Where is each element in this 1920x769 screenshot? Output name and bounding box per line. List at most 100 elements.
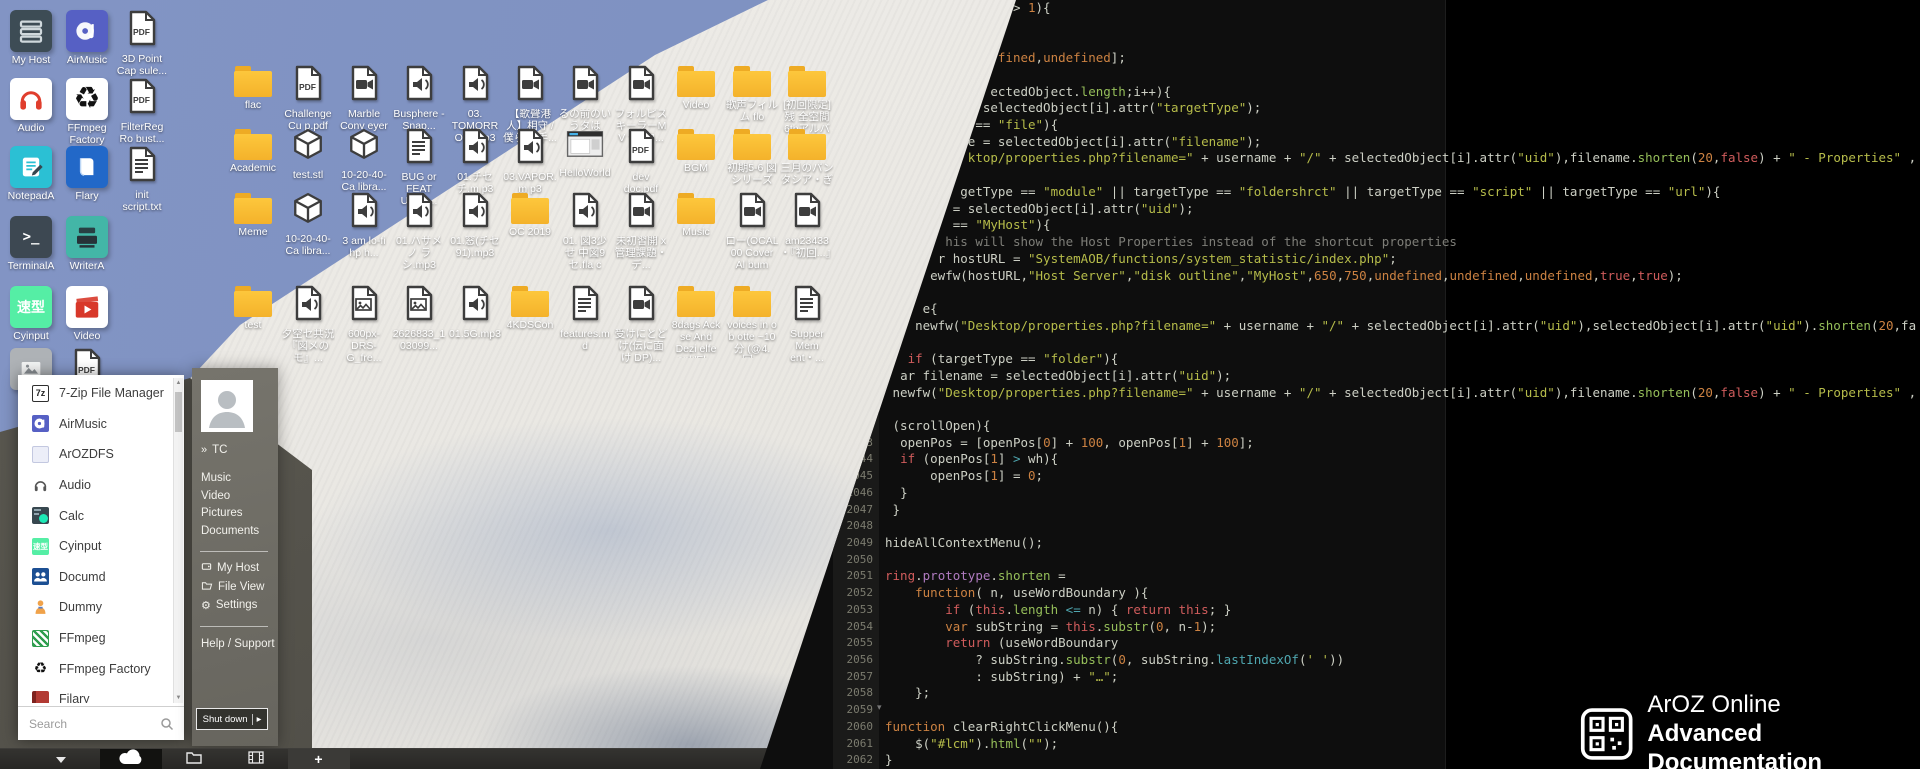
scrollbar-thumb[interactable] (175, 392, 182, 432)
avatar[interactable] (201, 380, 253, 432)
desktop-file[interactable]: Supper Mem ent・... (780, 285, 834, 364)
desktop-file[interactable]: 夕空セ共況 『図メのモ』... (281, 285, 335, 364)
system-link-file-view[interactable]: File View (201, 578, 264, 596)
desktop-file[interactable]: Academic (226, 128, 280, 175)
place-link-pictures[interactable]: Pictures (201, 507, 243, 519)
desktop-file[interactable]: 3 am lo-fi hp h... (337, 192, 391, 260)
start-menu-item-7-zip-file-manager[interactable]: 7z7-Zip File Manager (18, 378, 184, 409)
place-link-documents[interactable]: Documents (201, 525, 259, 537)
desktop-file[interactable]: 未初習開 x 管理課題・ デ... (614, 192, 668, 271)
user-name[interactable]: » TC (201, 444, 227, 456)
desktop-app-init-script-txt[interactable]: init script.txt (115, 146, 169, 214)
start-menu-user-panel: » TC Music Video Pictures Documents My Host… (192, 368, 278, 746)
start-menu-item-ffmpeg-factory[interactable]: ♻FFmpeg Factory (18, 653, 184, 684)
start-menu-item-arozdfs[interactable]: ArOZDFS (18, 439, 184, 470)
desktop-file[interactable]: features.md (558, 285, 612, 353)
scrollbar-down-icon[interactable]: ▼ (174, 695, 183, 701)
start-menu-scrollbar[interactable]: ▲ ▼ (173, 378, 183, 703)
desktop-file[interactable]: 2626833_1 03099... (392, 285, 446, 353)
start-menu-item-cyinput[interactable]: 速型Cyinput (18, 531, 184, 562)
place-link-video[interactable]: Video (201, 490, 230, 502)
desktop-file[interactable]: PDFdev doc.pdf (614, 128, 668, 196)
desktop-file[interactable]: 01.チセチ.m p3 (448, 128, 502, 196)
desktop-app-flary[interactable]: Flary (60, 146, 114, 203)
desktop-app-label: Audio (4, 123, 58, 135)
desktop-file[interactable]: test.stl (281, 128, 335, 182)
scrollbar-up-icon[interactable]: ▲ (174, 380, 183, 386)
desktop-app-ffmpeg-factory[interactable]: ♻FFmpeg Factory (60, 78, 114, 147)
taskbar-tab-cloud[interactable] (100, 749, 162, 769)
desktop-file[interactable]: 03.VAPOR.m p3 (503, 128, 557, 196)
desktop-file[interactable]: 01.5G.mp3 (448, 285, 502, 341)
desktop-app-label: TerminalA (4, 261, 58, 273)
start-menu-item-airmusic[interactable]: AirMusic (18, 409, 184, 440)
desktop-file[interactable]: test (226, 285, 280, 332)
shutdown-arrow-icon[interactable]: ▸ (252, 714, 262, 725)
start-menu-item-documd[interactable]: Documd (18, 562, 184, 593)
desktop-file[interactable]: 歌声フィル ム flo (725, 65, 779, 124)
desktop-file[interactable]: HelloWorld (558, 128, 612, 180)
desktop-file[interactable]: Video (669, 65, 723, 112)
desktop-file[interactable]: Busphere - Snap... (392, 65, 446, 133)
desktop-app-notepada[interactable]: NotepadA (4, 146, 58, 203)
desktop-file[interactable]: 01.窓(チセ 91).mp3 (448, 192, 502, 260)
desktop-file-label: test.stl (281, 170, 335, 182)
desktop-file[interactable]: 01.ハサメノ ラシ.mp3 (392, 192, 446, 271)
desktop-file[interactable]: 600px-DRS- G_fre... (337, 285, 391, 364)
desktop-file[interactable]: OC 2019 (503, 192, 557, 239)
desktop-file[interactable]: 初期5-6 図シリーズ (725, 128, 779, 187)
desktop-file[interactable]: BGM (669, 128, 723, 175)
desktop-file[interactable]: Music (669, 192, 723, 239)
desktop-app-airmusic[interactable]: AirMusic (60, 10, 114, 67)
desktop-app-my-host[interactable]: My Host (4, 10, 58, 67)
start-menu-search[interactable]: Search (18, 706, 184, 740)
start-menu-item-ffmpeg[interactable]: FFmpeg (18, 623, 184, 654)
taskbar-tab-plus[interactable]: + (288, 749, 350, 769)
taskbar-tab-film[interactable] (225, 749, 287, 769)
desktop-file[interactable]: 10-20-40-Ca libra... (281, 192, 335, 258)
aroz-doc-logo: ArOZ Online Advanced Documentation (1580, 690, 1920, 769)
desktop-file[interactable]: ロー(OCAL 00 Cover Al bum (725, 192, 779, 271)
desktop-file[interactable]: 01. 図3少せ 中図9セ.fla c (558, 192, 612, 271)
start-menu-app-panel: 7z7-Zip File ManagerAirMusicArOZDFSAudio… (18, 375, 184, 740)
start-menu-item-filary[interactable]: Filary (18, 684, 184, 703)
desktop-file[interactable]: Meme (226, 192, 280, 239)
start-menu-item-dummy[interactable]: Dummy (18, 592, 184, 623)
desktop-file[interactable]: voices in o b otte ~10分 (@4.同... (725, 285, 779, 358)
calc-icon (31, 506, 50, 525)
desktop-file[interactable]: 8dags Ack se And Dezi elfe onk'El... (669, 285, 723, 358)
cyinputs-icon: 速型 (31, 537, 50, 556)
desktop-file-label: test (226, 320, 280, 332)
desktop-file[interactable]: 三月のパン タシア・ぎ (780, 128, 834, 187)
help-support-link[interactable]: Help / Support (201, 638, 275, 650)
desktop-app-video[interactable]: Video (60, 286, 114, 343)
desktop-app-cyinput[interactable]: 速型Cyinput (4, 286, 58, 343)
start-menu-item-audio[interactable]: Audio (18, 470, 184, 501)
desktop-app-3d-point-cap-sule-[interactable]: PDF3D Point Cap sule... (115, 10, 169, 78)
desktop-file[interactable]: PDFChallenge Cu p.pdf (281, 65, 335, 133)
taskbar-chevron-down-icon[interactable] (56, 757, 66, 768)
desktop-app-audio[interactable]: Audio (4, 78, 58, 135)
desktop-app-filterreg-ro-bust-[interactable]: PDFFilterReg Ro bust... (115, 78, 169, 146)
desktop-app-terminala[interactable]: >_TerminalA (4, 216, 58, 273)
logo-line1: ArOZ Online (1647, 690, 1920, 719)
desktop-app-writera[interactable]: WriterA (60, 216, 114, 273)
desktop-file-label: flac (226, 100, 280, 112)
place-link-music[interactable]: Music (201, 472, 231, 484)
desktop-file[interactable]: 4KDSCon (503, 285, 557, 332)
shutdown-button[interactable]: Shut down ▸ (196, 708, 268, 730)
fold-caret-icon[interactable]: ▾ (877, 702, 882, 713)
desktop-file[interactable]: 10-20-40-Ca libra... (337, 128, 391, 194)
desktop-file[interactable]: am23433 ・『初回...』 (780, 192, 834, 260)
svg-text:PDF: PDF (133, 27, 150, 37)
system-link-my-host[interactable]: My Host (201, 559, 259, 577)
start-menu-item-calc[interactable]: Calc (18, 500, 184, 531)
desktop-file[interactable]: flac (226, 65, 280, 112)
taskbar: + (0, 748, 800, 769)
system-link-settings[interactable]: ⚙Settings (201, 596, 257, 614)
taskbar-tab-folder[interactable] (163, 749, 225, 769)
search-icon[interactable] (160, 717, 174, 731)
start-menu-item-label: Calc (59, 509, 84, 523)
desktop-file[interactable]: 受けにとど け(伝に面 け DP)... (614, 285, 668, 364)
start-menu-item-label: Dummy (59, 600, 102, 614)
